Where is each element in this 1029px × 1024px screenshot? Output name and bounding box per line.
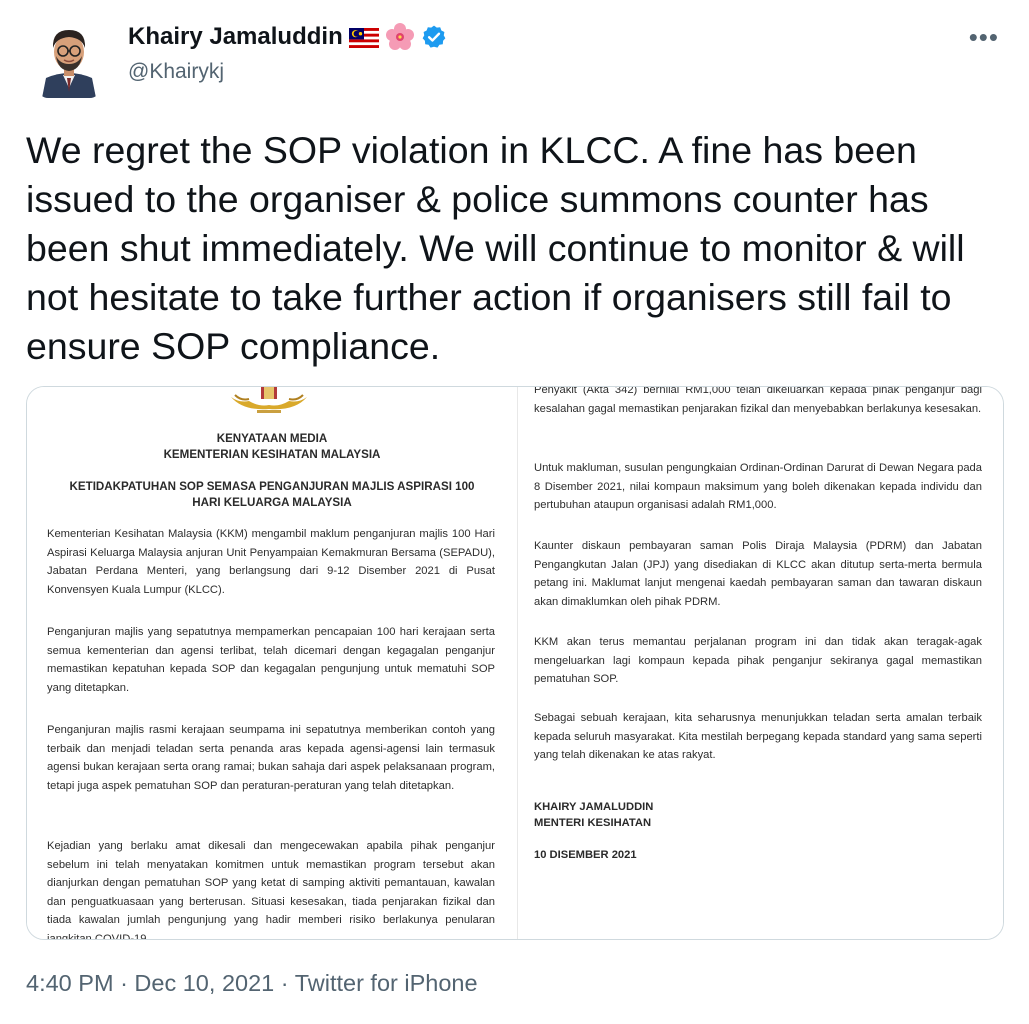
more-options-icon[interactable]: ••• — [969, 22, 999, 53]
doc-title-line2: HARI KELUARGA MALAYSIA — [192, 496, 352, 509]
document-page-left: KENYATAAN MEDIA KEMENTERIAN KESIHATAN MA… — [27, 387, 517, 939]
meta-separator: · — [280, 970, 289, 996]
signature-title: MENTERI KESIHATAN — [534, 817, 652, 829]
doc-paragraph: Sebagai sebuah kerajaan, kita seharusnya… — [534, 712, 982, 762]
statement-date: 10 DISEMBER 2021 — [534, 849, 637, 861]
doc-paragraph: Kejadian yang berlaku amat dikesali dan … — [47, 840, 495, 940]
meta-separator: · — [120, 970, 128, 996]
malaysia-flag-icon — [348, 27, 379, 48]
tweet-date[interactable]: Dec 10, 2021 — [134, 970, 274, 996]
doc-header-ministry: KEMENTERIAN KESIHATAN MALAYSIA — [163, 448, 381, 461]
doc-paragraph: Kaunter diskaun pembayaran saman Polis D… — [534, 540, 982, 608]
author-handle[interactable]: @Khairykj — [128, 60, 224, 84]
verified-icon — [421, 24, 447, 50]
document-page-right: Penyakit (Akta 342) bernilai RM1,000 tel… — [517, 386, 1003, 939]
doc-title-line1: KETIDAKPATUHAN SOP SEMASA PENGANJURAN MA… — [69, 480, 475, 493]
tweet-media-image[interactable]: KENYATAAN MEDIA KEMENTERIAN KESIHATAN MA… — [26, 386, 1004, 940]
doc-paragraph: Kementerian Kesihatan Malaysia (KKM) men… — [47, 528, 495, 596]
tweet-text: We regret the SOP violation in KLCC. A f… — [26, 129, 965, 367]
coat-of-arms-icon — [231, 387, 307, 413]
doc-paragraph: KKM akan terus memantau perjalanan progr… — [534, 636, 982, 686]
hibiscus-icon — [385, 22, 415, 52]
author-name[interactable]: Khairy Jamaluddin — [128, 23, 343, 51]
doc-paragraph: Penyakit (Akta 342) bernilai RM1,000 tel… — [534, 386, 982, 415]
doc-paragraph: Untuk makluman, susulan pengungkaian Ord… — [534, 462, 982, 512]
tweet-time[interactable]: 4:40 PM — [26, 970, 114, 996]
tweet-meta: 4:40 PM · Dec 10, 2021 · Twitter for iPh… — [26, 970, 478, 997]
avatar[interactable] — [38, 18, 100, 98]
author-name-row[interactable]: Khairy Jamaluddin — [128, 22, 447, 52]
tweet-source[interactable]: Twitter for iPhone — [295, 970, 478, 996]
signature-name: KHAIRY JAMALUDDIN — [534, 801, 654, 813]
doc-paragraph: Penganjuran majlis yang sepatutnya mempa… — [47, 626, 495, 694]
doc-paragraph: Penganjuran majlis rasmi kerajaan seumpa… — [47, 724, 495, 792]
doc-header-label: KENYATAAN MEDIA — [216, 432, 328, 445]
